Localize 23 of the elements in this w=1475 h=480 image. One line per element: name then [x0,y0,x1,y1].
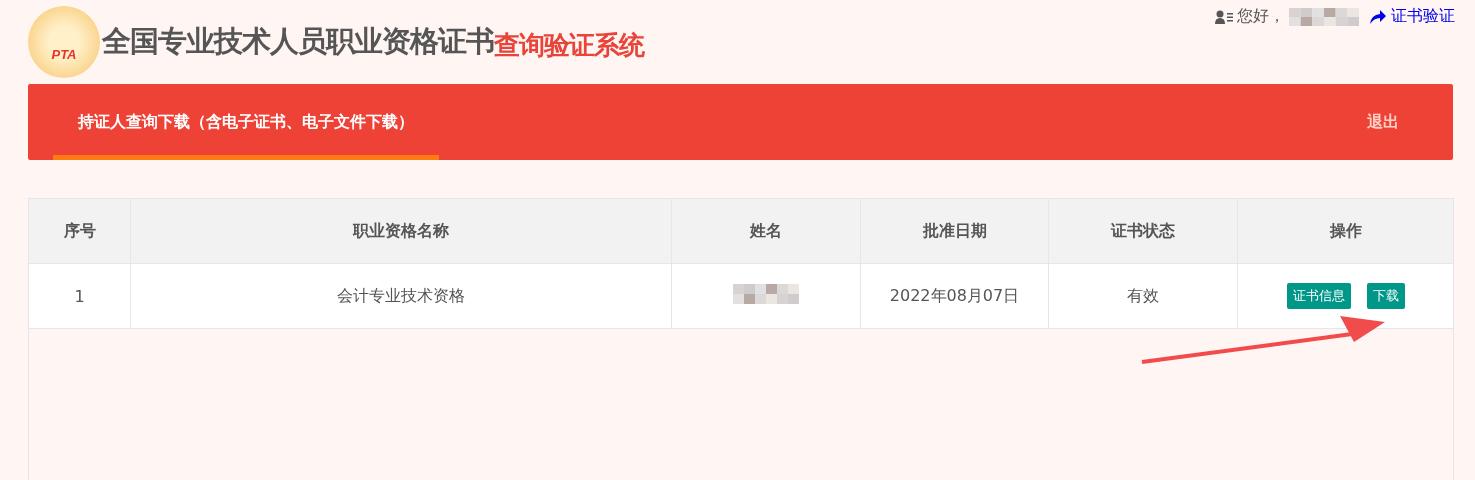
action-button[interactable]: 证书信息 [1286,283,1351,309]
site-title: 全国专业技术人员职业资格证书 [102,23,494,60]
table-cell: 有效 [1048,263,1238,329]
greeting: 您好， [1237,6,1285,27]
column-header: 证书状态 [1048,198,1238,264]
column-header: 序号 [28,198,131,264]
user-icon [1215,9,1233,24]
column-header: 操作 [1237,198,1454,264]
column-header: 姓名 [671,198,861,264]
nav-tab[interactable]: 持证人查询下载（含电子证书、电子文件下载） [53,89,439,160]
blurred-name [733,284,799,304]
column-header: 批准日期 [860,198,1049,264]
logout-link[interactable]: 退出 [1361,110,1405,134]
action-button[interactable]: 下载 [1366,283,1405,309]
blurred-username [1289,7,1359,26]
table-cell: 会计专业技术资格 [130,263,672,329]
column-header: 职业资格名称 [130,198,672,264]
curved-arrow-icon [1369,8,1387,25]
table-cell: 2022年08月07日 [860,263,1049,329]
logo-text: PTA [51,47,77,62]
table-cell: 1 [28,263,131,329]
site-subtitle: 查询验证系统 [494,29,644,62]
verify-link[interactable]: 证书验证 [1369,6,1455,27]
